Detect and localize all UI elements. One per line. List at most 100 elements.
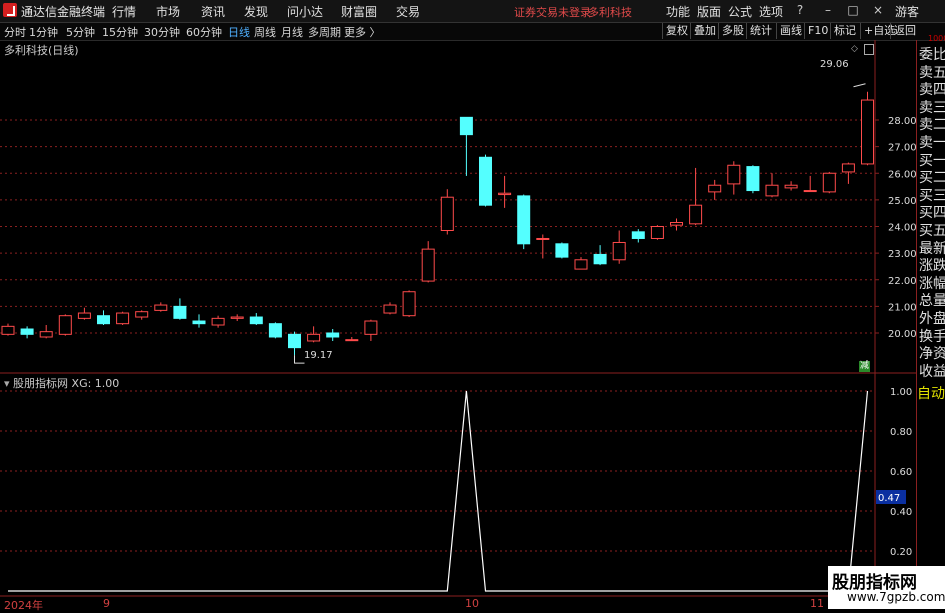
low-marker-arrow [294,355,305,364]
candle-up [58,315,72,335]
y-tick-label: 21.00 [888,302,917,313]
help-icon[interactable]: ? [792,3,808,17]
candle-up [116,312,130,325]
candle-up [803,190,817,193]
candle-up [383,304,397,314]
candle-up [841,163,855,173]
candle-up [727,164,741,185]
candle-up [307,333,321,342]
candle-up [402,291,416,317]
candle-up [345,339,359,342]
high-price-label: 29.06 [820,59,849,70]
axes: 28.00 27.00 26.00 25.00 24.00 23.00 22.00 21.00… [0,40,917,609]
close-icon[interactable]: × [870,3,886,17]
menu-shichang[interactable]: 市场 [156,3,180,20]
x-label-11: 11 [810,597,824,610]
candle-up [440,196,454,231]
app-title: 通达信金融终端 [21,5,106,19]
menu-jiaoyi[interactable]: 交易 [396,3,420,20]
maximize-icon[interactable]: □ [845,3,861,17]
ind-y-tick-label: 0.60 [890,467,912,478]
period-fenshi[interactable]: 分时 [4,24,26,40]
candle-down [288,333,301,349]
panel-toggle-icon[interactable] [864,44,874,55]
chart-area[interactable]: 28.00 27.00 26.00 25.00 24.00 23.00 22.00 21.00… [0,40,945,609]
candle-up [574,259,588,270]
guest-label[interactable]: 游客 [895,3,919,20]
candle-up [498,192,512,196]
diamond-icon[interactable]: ◇ [851,44,858,54]
biaoji-button[interactable]: 标记 [830,23,859,39]
period-5min[interactable]: 5分钟 [66,24,95,40]
indicator-value: XG: 1.00 [71,377,120,390]
y-tick-label: 20.00 [888,329,917,340]
huaxian-button[interactable]: 画线 [776,23,805,39]
tongji-button[interactable]: 统计 [746,23,775,39]
auto-button[interactable]: 自动 [917,383,945,403]
back-button[interactable]: 返回 [890,23,919,39]
menu-faxian[interactable]: 发现 [244,3,268,20]
candle-up [822,172,836,193]
reduce-badge: 减 [859,361,870,372]
quote-panel-code: 1000 [928,34,945,43]
candle-up [650,226,664,239]
duogu-button[interactable]: 多股 [718,23,747,39]
candle-down [479,156,492,206]
y-tick-label: 28.00 [888,116,917,127]
candle-up [1,325,15,335]
candle-down [459,116,473,136]
period-more[interactable]: 更多 〉 [344,24,381,40]
y-tick-label: 23.00 [888,249,917,260]
period-15min[interactable]: 15分钟 [102,24,138,40]
period-weekly[interactable]: 周线 [254,24,276,40]
menu-xuanxiang[interactable]: 选项 [759,3,783,20]
x-label-2024: 2024年 [4,599,43,612]
y-tick-label: 26.00 [888,169,917,180]
candle-up [421,248,435,282]
menu-zixun[interactable]: 资讯 [201,3,225,20]
xg-line [8,390,869,592]
indicator-dropdown-icon[interactable]: ▾ [4,377,10,390]
indicator-series [8,390,869,592]
candle-down [517,195,531,245]
y-tick-label: 24.00 [888,223,917,234]
menu-hangqing[interactable]: 行情 [112,3,136,20]
login-warning[interactable]: 证券交易未登录 [514,4,591,20]
candle-down [192,320,206,325]
fuquan-button[interactable]: 复权 [662,23,691,39]
period-60min[interactable]: 60分钟 [186,24,222,40]
menu-gongshi[interactable]: 公式 [728,3,752,20]
candle-up [211,317,225,326]
period-daily[interactable]: 日线 [228,24,250,40]
candle-down [249,316,263,325]
diejia-button[interactable]: 叠加 [690,23,719,39]
title-stock-name: 多利科技 [588,6,632,19]
period-monthly[interactable]: 月线 [281,24,303,40]
menu-banmian[interactable]: 版面 [697,3,721,20]
candle-down [555,243,569,258]
minimize-icon[interactable]: – [820,3,836,17]
f10-button[interactable]: F10 [804,23,831,39]
candle-up [612,241,626,261]
ind-y-tick-label: 0.80 [890,427,912,438]
period-1min[interactable]: 1分钟 [29,24,58,40]
period-30min[interactable]: 30分钟 [144,24,180,40]
candlestick-series [1,83,874,364]
low-price-label: 19.17 [304,350,333,361]
period-multi[interactable]: 多周期 [308,24,341,40]
candle-down [97,315,110,325]
y-tick-label: 27.00 [888,143,917,154]
ind-y-tick-label: 0.20 [890,547,912,558]
candle-down [746,166,760,192]
candle-down [173,305,187,319]
menu-gongneng[interactable]: 功能 [666,3,690,20]
watermark-url: www.7gpzb.com [847,590,945,604]
candle-up [670,222,683,226]
x-label-10: 10 [465,597,479,610]
candle-up [77,312,91,319]
chart-title: 多利科技(日线) [4,44,79,57]
menu-caifuquan[interactable]: 财富圈 [341,3,377,20]
app-logo-icon [3,3,17,17]
candle-up [861,99,874,165]
menu-wenxiaoda[interactable]: 问小达 [287,3,323,20]
